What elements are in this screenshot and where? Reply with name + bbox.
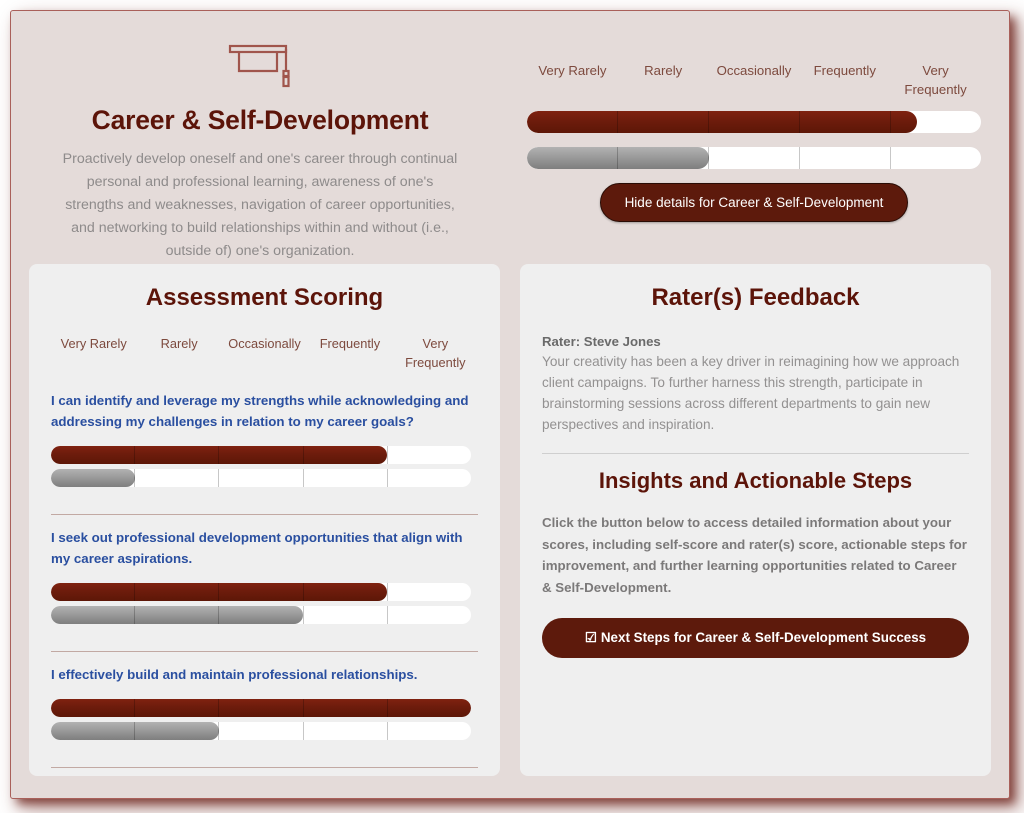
- question-text: I can identify and leverage my strengths…: [51, 393, 469, 429]
- rater-name: Rater: Steve Jones: [542, 334, 661, 349]
- section-divider: [542, 453, 969, 454]
- scale-label: Rarely: [160, 336, 198, 351]
- question-self-score-bar: [51, 446, 471, 464]
- bar-ticks: [51, 699, 471, 717]
- bar-ticks: [51, 583, 471, 601]
- scale-label: Frequently: [813, 63, 876, 78]
- overall-score-area: Very Rarely Rarely Occasionally Frequent…: [509, 11, 1009, 264]
- card-header: Career & Self-Development Proactively de…: [11, 11, 1009, 264]
- question-rater-score-bar: [51, 606, 471, 624]
- competency-summary: Career & Self-Development Proactively de…: [11, 11, 509, 264]
- detail-panels: Assessment Scoring Very Rarely Rarely Oc…: [11, 264, 1009, 776]
- competency-description: Proactively develop oneself and one's ca…: [62, 151, 458, 259]
- header-scale-labels: Very Rarely Rarely Occasionally Frequent…: [527, 61, 981, 99]
- scale-label: Occasionally: [716, 63, 792, 78]
- question-divider: [51, 767, 478, 768]
- bar-ticks: [527, 147, 981, 169]
- question-rater-score-bar: [51, 469, 471, 487]
- rater-feedback-panel: Rater(s) Feedback Rater: Steve Jones You…: [520, 264, 991, 776]
- hide-details-button[interactable]: Hide details for Career & Self-Developme…: [599, 183, 909, 222]
- scale-label: Very Frequently: [904, 63, 967, 97]
- overall-self-score-bar: [527, 111, 981, 133]
- question-item: I can identify and leverage my strengths…: [51, 390, 478, 502]
- question-item: I seek out professional development oppo…: [51, 527, 478, 639]
- question-item: I effectively build and maintain profess…: [51, 664, 478, 755]
- assessment-scoring-panel: Assessment Scoring Very Rarely Rarely Oc…: [29, 264, 500, 776]
- scale-label: Very Frequently: [405, 336, 466, 370]
- assessment-panel-title: Assessment Scoring: [145, 284, 384, 311]
- toggle-details-wrapper: Hide details for Career & Self-Developme…: [527, 183, 981, 222]
- bar-ticks: [51, 469, 471, 487]
- scale-label: Frequently: [319, 336, 381, 351]
- next-steps-button-label: Next Steps for Career & Self-Development…: [600, 630, 927, 645]
- rater-comment: Your creativity has been a key driver in…: [542, 354, 960, 432]
- insights-title: Insights and Actionable Steps: [598, 468, 913, 493]
- question-divider: [51, 514, 478, 515]
- assessment-card: Career & Self-Development Proactively de…: [10, 10, 1010, 799]
- scale-label: Occasionally: [228, 336, 301, 351]
- next-steps-button[interactable]: ☑ Next Steps for Career & Self-Developmen…: [542, 618, 969, 658]
- question-self-score-bar: [51, 583, 471, 601]
- bar-ticks: [51, 446, 471, 464]
- scale-label: Very Rarely: [538, 63, 607, 78]
- bar-ticks: [51, 606, 471, 624]
- page-title: Career & Self-Development: [91, 105, 429, 135]
- bar-ticks: [51, 722, 471, 740]
- question-text: I seek out professional development oppo…: [51, 530, 463, 566]
- graduation-cap-icon: [39, 41, 481, 89]
- checkbox-checked-icon: ☑: [584, 630, 597, 645]
- scale-label: Very Rarely: [60, 336, 127, 351]
- question-divider: [51, 651, 478, 652]
- scale-label: Rarely: [644, 63, 683, 78]
- question-self-score-bar: [51, 699, 471, 717]
- assessment-scale-labels: Very Rarely Rarely Occasionally Frequent…: [51, 334, 478, 372]
- question-text: I effectively build and maintain profess…: [51, 667, 418, 682]
- insights-description: Click the button below to access detaile…: [542, 515, 967, 595]
- question-rater-score-bar: [51, 722, 471, 740]
- feedback-panel-title: Rater(s) Feedback: [651, 284, 860, 311]
- bar-ticks: [527, 111, 981, 133]
- overall-rater-score-bar: [527, 147, 981, 169]
